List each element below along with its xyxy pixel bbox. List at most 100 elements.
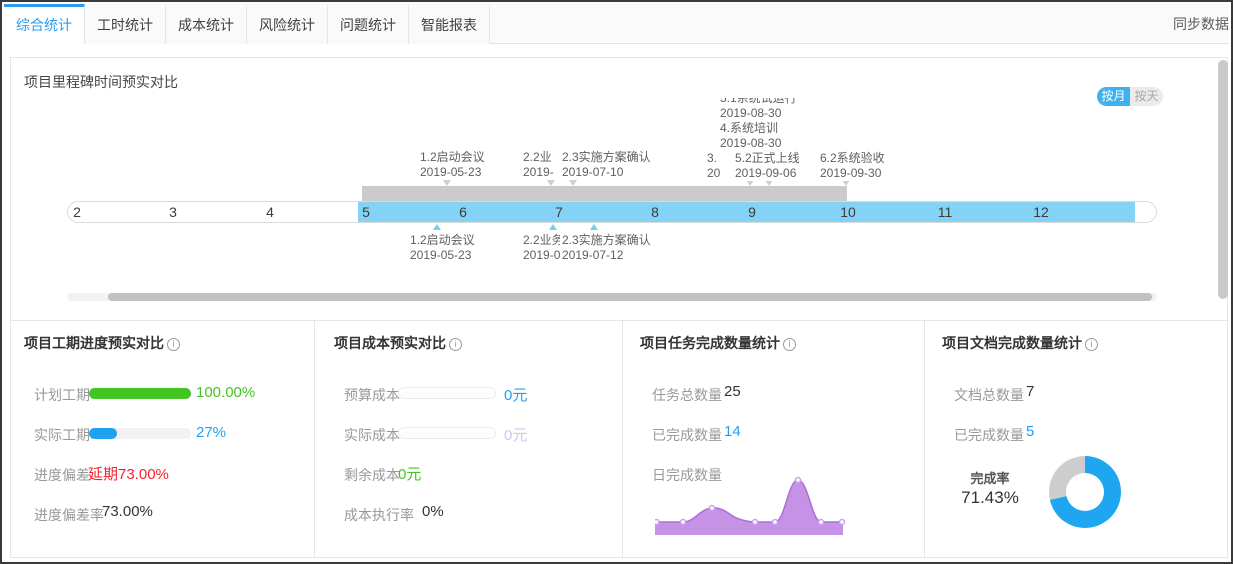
- completion-rate-value: 71.43%: [952, 488, 1028, 508]
- milestone-date: 2019-: [523, 165, 554, 180]
- axis-tick: 11: [933, 204, 957, 220]
- axis-tick: 12: [1029, 204, 1053, 220]
- actual-cost-label: 实际成本: [344, 425, 400, 445]
- info-icon[interactable]: i: [167, 338, 180, 351]
- vertical-scrollbar-thumb[interactable]: [1218, 60, 1228, 299]
- panel-divider: [622, 321, 623, 558]
- content-card: [10, 57, 1228, 558]
- cost-execution-rate-label: 成本执行率: [344, 505, 414, 525]
- daily-completion-area-chart: [655, 472, 849, 540]
- milestone-date: 2019-09-06: [735, 166, 800, 181]
- timeline-axis: 2 3 4 5 6 7 8 9 10 11 12: [67, 201, 1157, 223]
- doc-total-value: 7: [1026, 383, 1034, 400]
- panel-title-cost: 项目成本预实对比i: [334, 333, 462, 353]
- actual-marker-icon: [549, 224, 557, 230]
- milestone-date: 2019-07-12: [562, 248, 651, 263]
- doc-done-value: 5: [1026, 423, 1034, 440]
- actual-milestone-label: 2.2业务 2019-0: [523, 233, 564, 263]
- remaining-cost-value: 0元: [398, 463, 421, 484]
- doc-total-label: 文档总数量: [954, 385, 1024, 405]
- toggle-by-month[interactable]: 按月: [1097, 87, 1130, 106]
- task-total-value: 25: [724, 383, 741, 400]
- planned-duration-bar: [362, 186, 847, 201]
- cost-execution-rate-value: 0%: [422, 503, 444, 520]
- milestone-name: 2.3实施方案确认: [562, 233, 651, 248]
- milestone-date: 2019-05-23: [420, 165, 485, 180]
- actual-cost-progress-track: [398, 427, 496, 439]
- milestone-name: 2.2业务: [523, 233, 564, 248]
- planned-duration-label: 计划工期: [34, 385, 90, 405]
- actual-milestone-label: 2.3实施方案确认 2019-07-12: [560, 233, 651, 263]
- info-icon[interactable]: i: [1085, 338, 1098, 351]
- remaining-cost-label: 剩余成本: [344, 465, 400, 485]
- task-done-label: 已完成数量: [652, 425, 722, 445]
- info-icon[interactable]: i: [449, 338, 462, 351]
- donut-hole: [1066, 473, 1104, 511]
- panel-title-documents: 项目文档完成数量统计i: [942, 333, 1098, 353]
- milestone-name: 1.2启动会议: [410, 233, 475, 248]
- schedule-deviation-rate-value: 73.00%: [102, 503, 153, 520]
- milestone-name: 6.2系统验收: [820, 151, 885, 166]
- area-fill: [655, 480, 843, 535]
- panel-title-text: 项目文档完成数量统计: [942, 335, 1082, 351]
- axis-tick: 7: [547, 204, 571, 220]
- budget-cost-label: 预算成本: [344, 385, 400, 405]
- actual-marker-icon: [433, 224, 441, 230]
- panel-divider: [924, 321, 925, 558]
- sync-data-button[interactable]: 同步数据: [1173, 14, 1229, 34]
- milestone-name: 4.系统培训: [720, 121, 781, 136]
- panel-title-text: 项目成本预实对比: [334, 335, 446, 351]
- planned-milestone-label: 1.2启动会议 2019-05-23: [420, 150, 485, 180]
- tab-hours-stats[interactable]: 工时统计: [85, 4, 166, 44]
- task-total-label: 任务总数量: [652, 385, 722, 405]
- milestone-name: 1.2启动会议: [420, 150, 485, 165]
- actual-cost-value: 0元: [504, 424, 527, 445]
- actual-marker-icon: [590, 224, 598, 230]
- axis-tick: 6: [451, 204, 475, 220]
- milestone-chart-title: 项目里程碑时间预实对比: [24, 72, 178, 92]
- axis-tick: 8: [643, 204, 667, 220]
- tab-issue-stats[interactable]: 问题统计: [328, 4, 409, 44]
- milestone-date: 2019-08-30: [720, 136, 781, 151]
- task-done-value: 14: [724, 423, 741, 440]
- info-icon[interactable]: i: [783, 338, 796, 351]
- milestone-name: 2.3实施方案确认: [562, 150, 651, 165]
- axis-tick: 3: [161, 204, 185, 220]
- milestone-date: 2019-08-30: [720, 106, 797, 121]
- actual-duration-label: 实际工期: [34, 425, 90, 445]
- panel-title-schedule: 项目工期进度预实对比i: [24, 333, 180, 353]
- schedule-deviation-value: 延期73.00%: [88, 463, 169, 484]
- tab-cost-stats[interactable]: 成本统计: [166, 4, 247, 44]
- completion-donut-chart: [1049, 456, 1121, 528]
- panel-divider: [314, 321, 315, 558]
- doc-done-label: 已完成数量: [954, 425, 1024, 445]
- milestone-name: 3.: [707, 151, 720, 166]
- completion-rate-label: 完成率: [960, 468, 1020, 487]
- schedule-deviation-rate-label: 进度偏差率: [34, 505, 104, 525]
- toggle-by-day[interactable]: 按天: [1130, 87, 1163, 106]
- schedule-deviation-label: 进度偏差: [34, 465, 90, 485]
- period-toggle: 按月 按天: [1097, 87, 1163, 106]
- budget-cost-progress-track: [398, 387, 496, 399]
- planned-duration-value: 100.00%: [196, 384, 255, 401]
- tab-smart-report[interactable]: 智能报表: [409, 4, 490, 44]
- actual-duration-progress-track: [89, 428, 191, 439]
- budget-cost-value: 0元: [504, 384, 527, 405]
- milestone-name: 2.2业: [523, 150, 554, 165]
- actual-milestone-label: 1.2启动会议 2019-05-23: [410, 233, 475, 263]
- axis-tick: 10: [836, 204, 860, 220]
- axis-tick: 5: [354, 204, 378, 220]
- planned-milestone-label: 4.系统培训 2019-08-30: [720, 121, 781, 151]
- milestone-date: 2019-0: [523, 248, 564, 263]
- tab-summary-stats[interactable]: 综合统计: [4, 4, 85, 44]
- area-line: [655, 480, 843, 522]
- panel-title-text: 项目任务完成数量统计: [640, 335, 780, 351]
- tab-risk-stats[interactable]: 风险统计: [247, 4, 328, 44]
- horizontal-scrollbar-thumb[interactable]: [108, 293, 1152, 301]
- planned-milestone-label-hidden: 3. 20: [707, 151, 720, 181]
- milestone-name: 5.2正式上线: [735, 151, 800, 166]
- axis-tick: 4: [258, 204, 282, 220]
- milestone-date: 20: [707, 166, 720, 181]
- axis-tick: 2: [67, 204, 89, 220]
- actual-duration-progressbar: [89, 428, 117, 439]
